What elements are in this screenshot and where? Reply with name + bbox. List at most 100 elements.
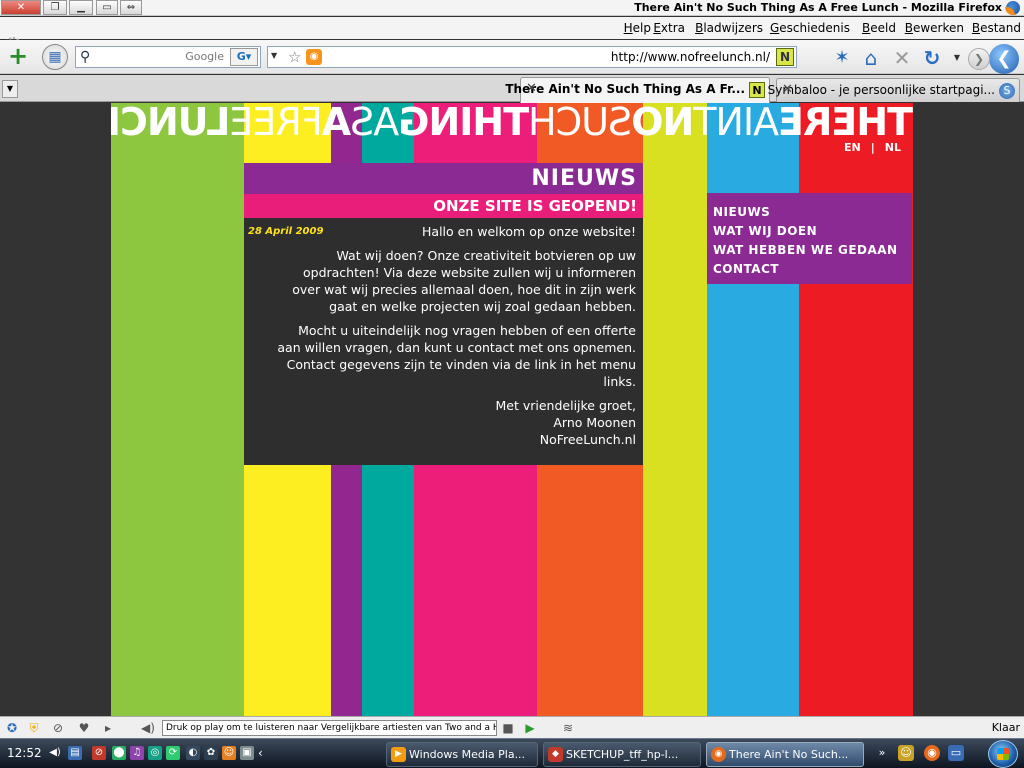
speed-dial-grid-button[interactable]: ▦	[42, 44, 68, 70]
taskbar-label: SKETCHUP_tff_hp-l...	[566, 748, 679, 761]
nav-link-nieuws[interactable]: NIEUWS	[713, 203, 906, 222]
menu-bladwijzers[interactable]: Bladwijzers	[695, 21, 763, 35]
tab-favicon-icon: N	[749, 82, 765, 98]
media-play-icon[interactable]: ▶	[522, 720, 538, 736]
taskbar-sketchup[interactable]: ◆ SKETCHUP_tff_hp-l...	[543, 742, 701, 767]
lang-nl-link[interactable]: NL	[885, 141, 901, 154]
language-switch: EN | NL	[801, 141, 901, 154]
stop-button[interactable]: ✕	[890, 46, 914, 70]
start-button[interactable]	[988, 740, 1018, 768]
window-minimize-button[interactable]: ▁	[69, 0, 93, 15]
menu-geschiedenis[interactable]: Geschiedenis	[770, 21, 850, 35]
nav-link-contact[interactable]: CONTACT	[713, 260, 906, 279]
antivirus-icon[interactable]: ⊘	[92, 746, 106, 760]
tab-title: There Ain't No Such Thing As A Fr...	[505, 82, 745, 96]
site-title[interactable]: THEREAINTNOSUCHTHINGASAFREELUNCH	[111, 105, 913, 139]
search-input[interactable]: Google	[185, 50, 224, 63]
heart-icon[interactable]: ♥	[76, 720, 92, 736]
history-dropdown-icon[interactable]: ▼	[952, 53, 962, 63]
post-body: Hallo en welkom op onze website! Wat wij…	[272, 223, 640, 455]
lang-separator: |	[870, 141, 875, 154]
network-icon[interactable]: ▤	[68, 746, 82, 760]
url-dropdown-icon[interactable]: ▼	[271, 51, 277, 60]
window-extra-button[interactable]: ▭	[96, 0, 118, 15]
nav-link-wat-hebben-we-gedaan[interactable]: WAT HEBBEN WE GEDAAN	[713, 241, 906, 260]
media-player-text: Druk op play om te luisteren naar Vergel…	[162, 720, 497, 736]
google-icon: G	[236, 50, 246, 63]
tab-symbaloo[interactable]: S Symbaloo - je persoonlijke startpagi..…	[768, 78, 1020, 102]
quicklaunch-expand-icon[interactable]: »	[874, 745, 890, 761]
window-close-button[interactable]: ✕	[1, 0, 41, 15]
tab-nofreelunch[interactable]: N There Ain't No Such Thing As A Fr... ✕	[505, 77, 770, 103]
windows-taskbar: ▭ ◉ ☺ » ◉ There Ain't No Such... ◆ SKETC…	[0, 738, 1024, 768]
menu-bestand[interactable]: Bestand	[972, 21, 1021, 35]
search-magnifier-icon[interactable]: ⚲	[80, 49, 90, 65]
taskbar-label: There Ain't No Such...	[729, 748, 849, 761]
window-extra-button-2[interactable]: ⇔	[120, 0, 142, 15]
tray-app-icon-6[interactable]: ▣	[240, 746, 254, 760]
sync-icon[interactable]: ⟳	[166, 746, 180, 760]
quicklaunch-icon[interactable]: ☺	[898, 745, 914, 761]
show-desktop-icon[interactable]: ▭	[948, 745, 964, 761]
taskbar-media-player[interactable]: ▶ Windows Media Pla...	[386, 742, 538, 767]
rss-icon[interactable]: ◉	[306, 49, 322, 65]
title-part: LUNCH	[111, 105, 231, 139]
extension-icon[interactable]: ✪	[4, 720, 20, 736]
bookmark-star-icon[interactable]: ☆	[288, 48, 301, 66]
site-identity-icon[interactable]: N	[776, 48, 794, 66]
tray-expand-icon[interactable]: ‹	[258, 746, 263, 760]
tab-bar: ▼ N There Ain't No Such Thing As A Fr...…	[0, 75, 1024, 103]
addon-icon[interactable]: ✶	[830, 46, 854, 70]
taskbar-firefox[interactable]: ◉ There Ain't No Such...	[706, 742, 864, 767]
home-button[interactable]: ⌂	[859, 46, 883, 70]
tray-app-icon-5[interactable]: ✿	[204, 746, 218, 760]
search-engine-selector[interactable]: G▾	[230, 48, 258, 66]
title-part: AS	[351, 105, 400, 139]
block-icon[interactable]: ⊘	[50, 720, 66, 736]
url-bar[interactable]: N http://www.nofreelunch.nl/ ◉ ☆ ▼	[267, 46, 797, 68]
menu-extra[interactable]: Extra	[653, 21, 685, 35]
signoff-line: NoFreeLunch.nl	[539, 432, 636, 447]
title-part: NO	[632, 105, 695, 139]
tray-app-icon[interactable]: ⬤	[112, 746, 126, 760]
title-part: THING	[399, 105, 530, 139]
post-paragraph: Wat wij doen? Onze creativiteit botviere…	[292, 248, 636, 314]
wifi-icon[interactable]: ≋	[560, 720, 576, 736]
back-button[interactable]: ❮	[989, 44, 1019, 74]
nav-link-wat-wij-doen[interactable]: WAT WIJ DOEN	[713, 222, 906, 241]
forward-button[interactable]: ❯	[968, 48, 990, 70]
post-paragraph: Hallo en welkom op onze website!	[422, 224, 636, 239]
shield-icon[interactable]: ⛨	[26, 720, 42, 736]
media-previous-icon[interactable]: ▸	[100, 720, 116, 736]
post-paragraph: Mocht u uiteindelijk nog vragen hebben o…	[277, 323, 636, 389]
tab-list-dropdown-button[interactable]: ▼	[2, 80, 18, 98]
site-navigation-menu: NIEUWS WAT WIJ DOEN WAT HEBBEN WE GEDAAN…	[707, 193, 912, 284]
tab-close-icon[interactable]: ✕	[526, 81, 537, 96]
firefox-quicklaunch-icon[interactable]: ◉	[924, 745, 940, 761]
firefox-icon	[1005, 1, 1020, 15]
clock[interactable]: 12:52	[7, 746, 42, 760]
lang-en-link[interactable]: EN	[844, 141, 861, 154]
menubar: Bestand Bewerken Beeld Geschiedenis Blad…	[0, 17, 1024, 53]
reload-button[interactable]: ↻	[920, 46, 944, 70]
window-maximize-button[interactable]: ❐	[43, 0, 67, 15]
media-player-icon: ▶	[391, 747, 406, 762]
url-input[interactable]: http://www.nofreelunch.nl/	[611, 50, 770, 64]
signoff-line: Arno Moonen	[553, 415, 636, 430]
media-stop-icon[interactable]: ■	[500, 720, 516, 736]
volume-icon[interactable]: ◀)	[48, 746, 62, 760]
title-part: A	[322, 105, 352, 139]
add-bookmark-plus-icon[interactable]: +	[5, 44, 31, 70]
messenger-icon[interactable]: ☺	[222, 746, 236, 760]
volume-icon[interactable]: ◀)	[140, 720, 156, 736]
tray-app-icon-3[interactable]: ◎	[148, 746, 162, 760]
menu-beeld[interactable]: Beeld	[862, 21, 896, 35]
menu-bewerken[interactable]: Bewerken	[905, 21, 964, 35]
tray-app-icon-4[interactable]: ◐	[186, 746, 200, 760]
tab-close-icon[interactable]: ✕	[782, 82, 793, 97]
search-bar[interactable]: G▾ Google ⚲	[75, 46, 261, 68]
title-part: FREE	[230, 105, 323, 139]
site-container: THEREAINTNOSUCHTHINGASAFREELUNCH EN | NL N…	[111, 103, 913, 716]
menu-help[interactable]: Help	[624, 21, 651, 35]
tray-app-icon-2[interactable]: ♫	[130, 746, 144, 760]
